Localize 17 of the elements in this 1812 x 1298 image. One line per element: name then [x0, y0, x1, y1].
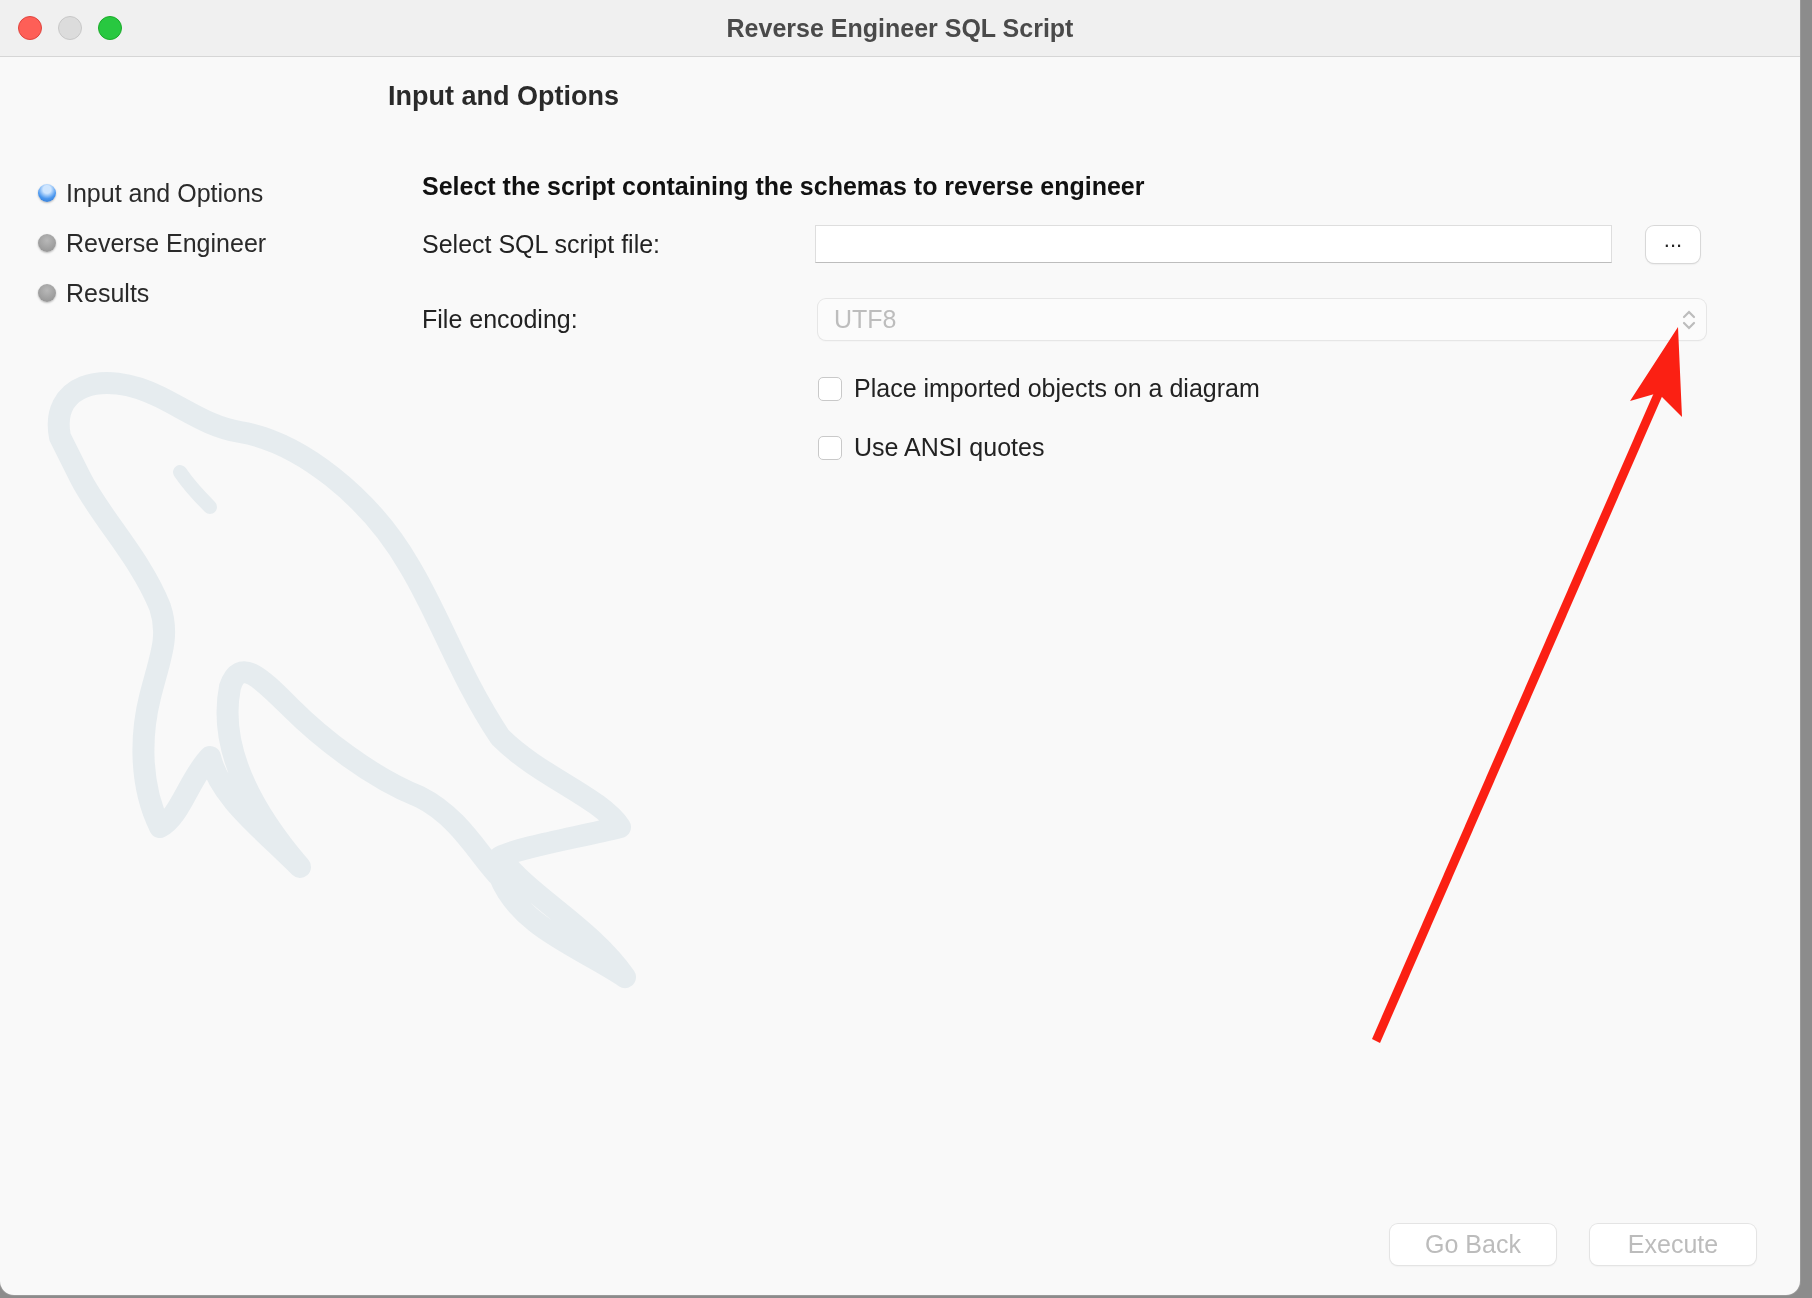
window-title: Reverse Engineer SQL Script [726, 13, 1074, 42]
checkbox[interactable] [818, 435, 842, 460]
section-title: Select the script containing the schemas to reverse engineer [422, 172, 1145, 201]
page-title: Input and Options [388, 81, 619, 112]
field-label: File encoding: [422, 305, 579, 334]
step-label: Reverse Engineer [66, 229, 267, 257]
field-label: Select SQL script file: [422, 229, 662, 259]
step-label: Input and Options [66, 179, 264, 207]
zoom-button[interactable] [98, 16, 122, 40]
step-label: Results [66, 279, 150, 307]
minimize-button[interactable] [58, 16, 82, 40]
browse-button[interactable]: ... [1646, 225, 1700, 263]
close-button[interactable] [18, 16, 42, 40]
checkbox-label: Place imported objects on a diagram [854, 374, 1260, 403]
checkbox-label: Use ANSI quotes [854, 433, 1045, 462]
input-field[interactable] [815, 225, 1612, 263]
checkbox[interactable] [818, 376, 842, 401]
